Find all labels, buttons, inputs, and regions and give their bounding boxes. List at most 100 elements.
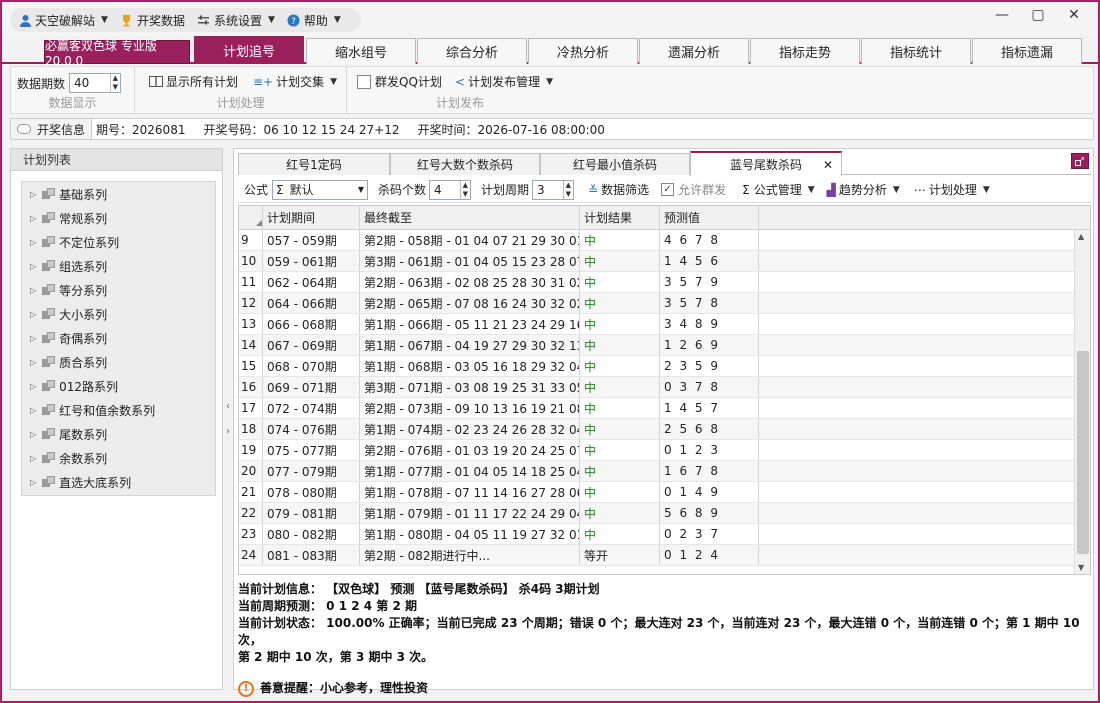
close-button[interactable]: ✕ xyxy=(1056,4,1092,26)
qq-send-checkbox[interactable]: 群发QQ计划 xyxy=(357,73,442,90)
minimize-button[interactable]: — xyxy=(984,4,1020,26)
spin-arrows-icon[interactable]: ▲ ▼ xyxy=(459,180,470,199)
tab-comprehensive[interactable]: 综合分析 xyxy=(417,38,527,64)
expand-arrow-icon[interactable]: ▷ xyxy=(30,310,36,319)
plan-tree-item[interactable]: ▷ 不定位系列 xyxy=(22,230,215,254)
table-row[interactable]: 19 075 - 077期 第2期 - 076期 - 01 03 19 20 24 … xyxy=(239,440,1090,461)
kill-count-value[interactable]: 4 xyxy=(430,183,460,197)
table-row[interactable]: 20 077 - 079期 第1期 - 077期 - 01 04 05 14 18 … xyxy=(239,461,1090,482)
menu-settings-label: 系统设置 xyxy=(213,13,262,28)
menu-lottery-data[interactable]: 开奖数据 xyxy=(120,12,185,29)
plan-tab-blue-tail[interactable]: 蓝号尾数杀码 ✕ xyxy=(690,151,842,176)
plan-tree-item-label: 常规系列 xyxy=(59,211,108,226)
periods-stepper[interactable]: 40 ▲ ▼ xyxy=(69,73,122,93)
maximize-button[interactable]: ▢ xyxy=(1020,4,1056,26)
spin-arrows-icon[interactable]: ▲ ▼ xyxy=(109,74,120,92)
publish-manage-button[interactable]: < 计划发布管理 ▼ xyxy=(455,73,553,90)
show-all-plans-label: 显示所有计划 xyxy=(166,75,239,89)
formula-manage-button[interactable]: Σ 公式管理 ▼ xyxy=(742,181,815,198)
row-result: 中 xyxy=(580,356,660,376)
col-header-final[interactable]: 最终截至 xyxy=(360,206,580,229)
allow-send-checkbox[interactable]: ✓ 允许群发 xyxy=(661,181,726,198)
menu-account[interactable]: 天空破解站 ▼ xyxy=(18,12,108,29)
plan-tab-red-big-count[interactable]: 红号大数个数杀码 xyxy=(390,153,540,175)
table-row[interactable]: 21 078 - 080期 第1期 - 078期 - 07 11 14 16 27 … xyxy=(239,482,1090,503)
table-row[interactable]: 13 066 - 068期 第1期 - 066期 - 05 11 21 23 24 … xyxy=(239,314,1090,335)
expand-arrow-icon[interactable]: ▷ xyxy=(30,430,36,439)
expand-arrow-icon[interactable]: ▷ xyxy=(30,406,36,415)
col-header-period[interactable]: 计划期间 xyxy=(263,206,360,229)
plan-tree-item[interactable]: ▷ 质合系列 xyxy=(22,350,215,374)
show-all-plans-button[interactable]: 显示所有计划 xyxy=(149,73,238,90)
periods-value[interactable]: 40 xyxy=(70,76,110,90)
trend-analysis-button[interactable]: ▟ 趋势分析 ▼ xyxy=(827,181,900,198)
close-icon[interactable]: ✕ xyxy=(823,158,833,172)
publish-manage-label: 计划发布管理 xyxy=(468,75,541,89)
col-header-prediction[interactable]: 预测值 xyxy=(660,206,759,229)
plan-tree-item[interactable]: ▷ 余数系列 xyxy=(22,446,215,470)
table-row[interactable]: 18 074 - 076期 第1期 - 074期 - 02 23 24 26 28 … xyxy=(239,419,1090,440)
tab-omission[interactable]: 遗漏分析 xyxy=(639,38,749,64)
plan-tree-item[interactable]: ▷ 红号和值余数系列 xyxy=(22,398,215,422)
tab-hot-cold[interactable]: 冷热分析 xyxy=(528,38,638,64)
cycle-stepper[interactable]: 3 ▲ ▼ xyxy=(532,179,575,200)
table-row[interactable]: 11 062 - 064期 第2期 - 063期 - 02 08 25 28 30 … xyxy=(239,272,1090,293)
expand-arrow-icon[interactable]: ▷ xyxy=(30,238,36,247)
plan-tree-item[interactable]: ▷ 基础系列 xyxy=(22,182,215,206)
tab-indicator-omission[interactable]: 指标遗漏 xyxy=(972,38,1082,64)
plan-tree-item[interactable]: ▷ 012路系列 xyxy=(22,374,215,398)
expand-arrow-icon[interactable]: ▷ xyxy=(30,358,36,367)
expand-arrow-icon[interactable]: ▷ xyxy=(30,262,36,271)
expand-arrow-icon[interactable]: ▷ xyxy=(30,382,36,391)
table-row[interactable]: 15 068 - 070期 第1期 - 068期 - 03 05 16 18 29 … xyxy=(239,356,1090,377)
table-row[interactable]: 23 080 - 082期 第1期 - 080期 - 04 05 11 19 27 … xyxy=(239,524,1090,545)
periods-label: 数据期数 xyxy=(17,76,66,91)
tab-plan-tracking[interactable]: 计划追号 xyxy=(194,36,304,64)
formula-select[interactable]: Σ 默认 ▼ xyxy=(272,179,369,200)
expand-arrow-icon[interactable]: ▷ xyxy=(30,334,36,343)
table-row[interactable]: 9 057 - 059期 第2期 - 058期 - 01 04 07 21 29 3… xyxy=(239,230,1090,251)
tab-indicator-stats[interactable]: 指标统计 xyxy=(861,38,971,64)
vertical-scrollbar[interactable]: ▲ ▼ xyxy=(1074,230,1090,574)
table-row[interactable]: 17 072 - 074期 第2期 - 073期 - 09 10 13 16 19 … xyxy=(239,398,1090,419)
expand-arrow-icon[interactable]: ▷ xyxy=(30,478,36,487)
plan-tree-item[interactable]: ▷ 直选大底系列 xyxy=(22,470,215,494)
table-row[interactable]: 12 064 - 066期 第2期 - 065期 - 07 08 16 24 30 … xyxy=(239,293,1090,314)
expand-arrow-icon[interactable]: ▷ xyxy=(30,454,36,463)
col-header-result[interactable]: 计划结果 xyxy=(580,206,660,229)
plan-process-button[interactable]: ⋯ 计划处理 ▼ xyxy=(914,181,990,198)
plan-tree-item[interactable]: ▷ 大小系列 xyxy=(22,302,215,326)
expand-arrow-icon[interactable]: ▷ xyxy=(30,214,36,223)
plan-tab-red-min[interactable]: 红号最小值杀码 xyxy=(540,153,690,175)
scroll-up-icon[interactable]: ▲ xyxy=(1078,232,1084,241)
table-row[interactable]: 16 069 - 071期 第3期 - 071期 - 03 08 19 25 31 … xyxy=(239,377,1090,398)
expand-arrow-icon[interactable]: ▷ xyxy=(30,190,36,199)
table-row[interactable]: 24 081 - 083期 第2期 - 082期进行中... 等开 0 1 2 4 xyxy=(239,545,1090,566)
table-row[interactable]: 22 079 - 081期 第1期 - 079期 - 01 11 17 22 24 … xyxy=(239,503,1090,524)
toggle-icon[interactable] xyxy=(17,124,31,134)
plan-tab-red-1[interactable]: 红号1定码 xyxy=(238,153,390,175)
expand-arrow-icon[interactable]: ▷ xyxy=(30,286,36,295)
data-filter-button[interactable]: ≚ 数据筛选 xyxy=(588,181,649,198)
menu-settings[interactable]: 系统设置 ▼ xyxy=(197,12,275,29)
plan-tree-item[interactable]: ▷ 常规系列 xyxy=(22,206,215,230)
plan-merge-button[interactable]: ≡+ 计划交集 ▼ xyxy=(253,73,337,90)
plan-tree-item[interactable]: ▷ 奇偶系列 xyxy=(22,326,215,350)
tab-shrink[interactable]: 缩水组号 xyxy=(306,38,416,64)
scroll-thumb[interactable] xyxy=(1077,351,1089,554)
plan-tree-item[interactable]: ▷ 尾数系列 xyxy=(22,422,215,446)
expand-right-icon[interactable]: › xyxy=(226,426,230,437)
cycle-value[interactable]: 3 xyxy=(533,183,563,197)
plan-tree-item[interactable]: ▷ 等分系列 xyxy=(22,278,215,302)
tab-indicator-trend[interactable]: 指标走势 xyxy=(750,38,860,64)
spin-arrows-icon[interactable]: ▲ ▼ xyxy=(562,180,573,199)
kill-count-stepper[interactable]: 4 ▲ ▼ xyxy=(429,179,472,200)
table-row[interactable]: 14 067 - 069期 第1期 - 067期 - 04 19 27 29 30 … xyxy=(239,335,1090,356)
collapse-left-icon[interactable]: ‹ xyxy=(226,401,230,412)
panel-splitter[interactable]: ‹ › xyxy=(223,148,233,690)
scroll-down-icon[interactable]: ▼ xyxy=(1078,563,1084,572)
menu-help[interactable]: ? 帮助 ▼ xyxy=(287,12,341,29)
maximize-panel-icon[interactable]: ↗ xyxy=(1071,153,1089,169)
table-row[interactable]: 10 059 - 061期 第3期 - 061期 - 01 04 05 15 23 … xyxy=(239,251,1090,272)
plan-tree-item[interactable]: ▷ 组选系列 xyxy=(22,254,215,278)
